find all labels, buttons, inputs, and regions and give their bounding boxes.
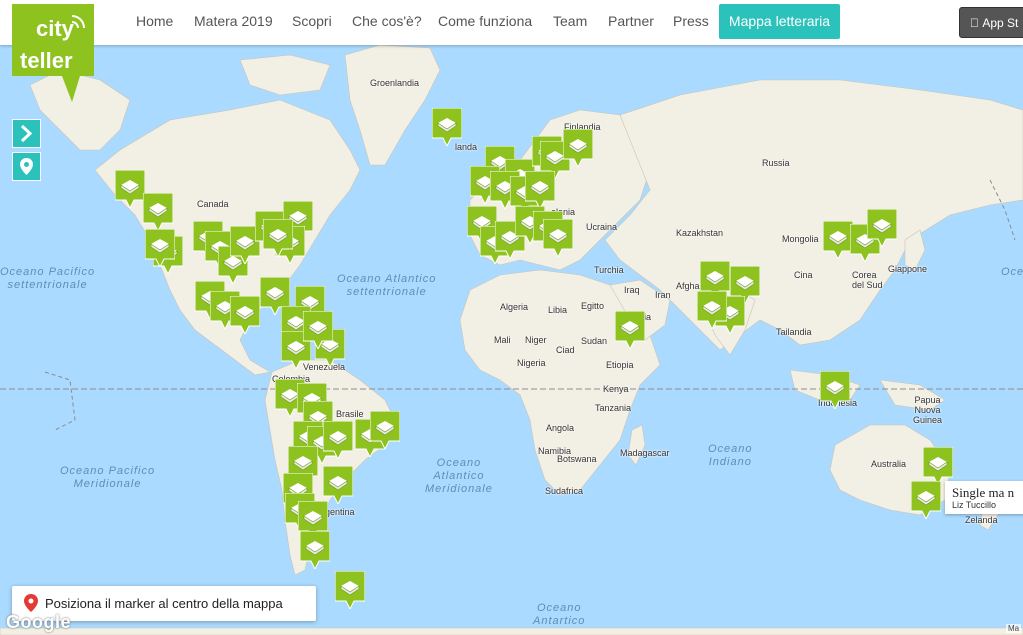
book-marker[interactable] (615, 311, 645, 349)
book-marker[interactable] (820, 371, 850, 409)
book-marker[interactable] (867, 209, 897, 247)
app-store-button[interactable]:  App St (959, 7, 1023, 38)
book-marker[interactable] (697, 291, 727, 329)
book-marker[interactable] (323, 466, 353, 504)
book-marker[interactable] (230, 296, 260, 334)
nav-home[interactable]: Home (136, 0, 173, 45)
ocean-pacifico-sud: Oceano Pacifico Meridionale (60, 465, 156, 490)
book-marker[interactable] (263, 219, 293, 257)
center-marker-label: Posiziona il marker al centro della mapp… (45, 596, 283, 611)
popup-author: Liz Tuccillo (952, 500, 997, 510)
book-marker[interactable] (303, 311, 333, 349)
book-marker[interactable] (323, 421, 353, 459)
book-marker[interactable] (563, 129, 593, 167)
nav-press[interactable]: Press (673, 0, 709, 45)
map-data-attribution[interactable]: Ma (1006, 624, 1022, 633)
ocean-atlantico-nord: Oceano Atlantico settentrionale (337, 273, 437, 298)
marker-popup[interactable]: Single ma n Liz Tuccillo (945, 481, 1023, 514)
location-pin-icon (20, 158, 33, 175)
book-marker[interactable] (543, 219, 573, 257)
ocean-atlantico-sud: Oceano Atlantico Meridionale (425, 457, 493, 495)
nav-team[interactable]: Team (553, 0, 587, 45)
ocean-antartico: Oceano Antartico (533, 602, 586, 627)
book-marker[interactable] (300, 531, 330, 569)
nav-come-funziona[interactable]: Come funziona (438, 0, 532, 45)
app-store-label: App St (970, 16, 1018, 30)
world-map[interactable]: Groenlandia Finlandia Russia Canada Kaza… (0, 0, 1023, 635)
chevron-right-icon (20, 124, 33, 143)
cityteller-logo[interactable]: city teller (12, 4, 94, 102)
google-logo: Google (6, 612, 71, 632)
nav-partner[interactable]: Partner (608, 0, 654, 45)
nav-matera-2019[interactable]: Matera 2019 (194, 0, 273, 45)
locate-button[interactable] (12, 152, 41, 181)
expand-panel-button[interactable] (12, 119, 41, 148)
red-pin-icon (24, 594, 38, 612)
book-marker[interactable] (432, 108, 462, 146)
book-marker[interactable] (143, 193, 173, 231)
logo-line2: teller (20, 48, 73, 73)
ocean-indiano: Oceano Indiano (708, 443, 753, 468)
popup-title: Single ma n (952, 485, 1015, 500)
book-marker[interactable] (335, 571, 365, 609)
logo-line1: city (36, 16, 75, 41)
book-marker[interactable] (911, 481, 941, 519)
book-marker[interactable] (525, 171, 555, 209)
apple-icon:  (970, 16, 979, 30)
nav-mappa-letteraria[interactable]: Mappa letteraria (719, 4, 840, 39)
book-marker[interactable] (115, 170, 145, 208)
book-marker[interactable] (145, 229, 175, 267)
map-land (0, 0, 1023, 635)
book-marker[interactable] (823, 221, 853, 259)
ocean-pacifico-nord: Oceano Pacifico settentrionale (0, 266, 96, 291)
ocean-pacifico-right: Oce (1001, 266, 1023, 278)
nav-scopri[interactable]: Scopri (292, 0, 332, 45)
nav-che-cose[interactable]: Che cos'è? (352, 0, 422, 45)
book-marker[interactable] (923, 447, 953, 485)
top-navbar: Home Matera 2019 Scopri Che cos'è? Come … (0, 0, 1023, 45)
book-marker[interactable] (370, 411, 400, 449)
